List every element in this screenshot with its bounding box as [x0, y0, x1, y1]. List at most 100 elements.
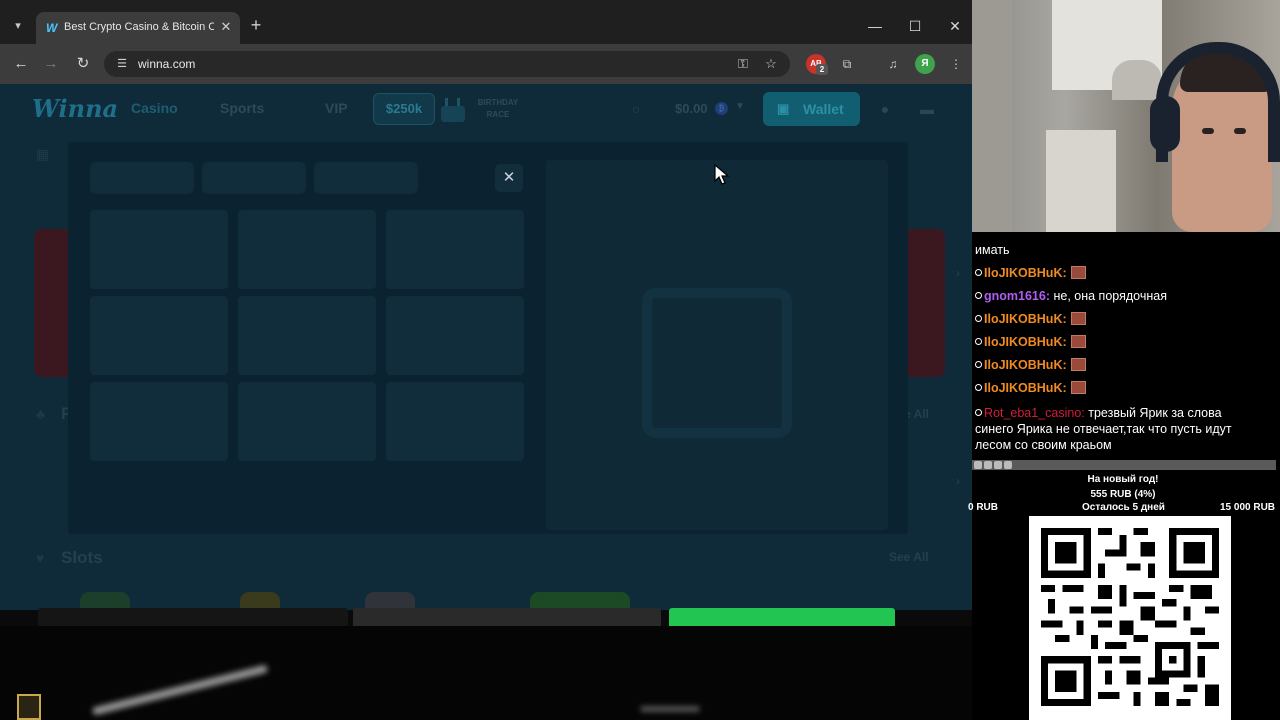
chat-message: IloJIKOBHuK:	[975, 265, 1275, 281]
browser-window: ▾ W Best Crypto Casino & Bitcoin C ✕ + —…	[0, 0, 972, 610]
chat-badge-icon	[975, 384, 982, 391]
small-icon	[984, 461, 992, 469]
emote-icon	[1070, 381, 1086, 394]
modal-close-button[interactable]: ✕	[495, 164, 523, 192]
chat-badge-icon	[975, 361, 982, 368]
goal-title: На новый год!	[1087, 474, 1159, 485]
skeleton-cell	[90, 382, 228, 461]
chat-username: IloJIKOBHuK:	[984, 335, 1067, 349]
adblock-extension-icon[interactable]: AB 2	[806, 54, 828, 75]
loading-placeholder-icon	[642, 288, 792, 438]
chat-username: IloJIKOBHuK:	[984, 266, 1067, 280]
promo-amount-badge[interactable]: $250k	[373, 93, 435, 125]
site-header: Winna Casino Sports VIP $250k BIRTHDAY R…	[0, 84, 972, 134]
skeleton-cell	[90, 296, 228, 375]
screen: ▾ W Best Crypto Casino & Bitcoin C ✕ + —…	[0, 0, 1280, 720]
nav-vip[interactable]: VIP	[325, 100, 348, 116]
wallet-button[interactable]: ▣ Wallet	[763, 92, 860, 126]
crypto-coin-icon: ₿	[715, 102, 728, 115]
chevron-right-icon[interactable]: ›	[956, 266, 960, 280]
skeleton-grid	[90, 210, 526, 461]
promo-banner-right[interactable]	[905, 229, 945, 377]
chevron-down-icon[interactable]: ▼	[735, 101, 745, 112]
small-icon	[974, 461, 982, 469]
bookmark-star-icon[interactable]: ☆	[762, 55, 780, 73]
chat-message: IloJIKOBHuK:	[975, 334, 1275, 350]
chat-message: IloJIKOBHuK:	[975, 380, 1275, 396]
close-window-icon[interactable]: ✕	[943, 14, 967, 38]
donation-progress-bar	[972, 460, 1276, 470]
chat-username: gnom1616:	[984, 289, 1050, 303]
bar-segment	[38, 608, 348, 628]
goal-max: 15 000 RUB	[1220, 502, 1276, 513]
profile-avatar[interactable]: Я	[915, 54, 935, 74]
winna-favicon-icon: W	[46, 21, 58, 35]
url-text[interactable]: winna.com	[138, 57, 195, 71]
chat-message: gnom1616: не, она порядочная	[975, 288, 1275, 304]
tab-title: Best Crypto Casino & Bitcoin C	[64, 21, 214, 33]
nav-casino[interactable]: Casino	[131, 100, 178, 116]
minimize-window-icon[interactable]: —	[863, 14, 887, 38]
birthday-cake-icon	[441, 98, 465, 122]
browser-menu-kebab-icon[interactable]: ⋮	[946, 54, 966, 74]
heart-icon: ♥	[36, 550, 45, 566]
green-bar-segment	[669, 608, 895, 628]
skeleton-cell	[386, 296, 524, 375]
reload-icon[interactable]: ↻	[72, 53, 94, 75]
chat-message: IloJIKOBHuK:	[975, 357, 1275, 373]
back-arrow-icon[interactable]: ←	[10, 53, 32, 75]
donation-qr-code[interactable]	[1029, 516, 1231, 720]
user-icon[interactable]: ●	[876, 100, 894, 118]
app-icon	[17, 694, 41, 720]
small-icon	[994, 461, 1002, 469]
extensions-puzzle-icon[interactable]: ⧉	[837, 54, 857, 74]
chat-icon[interactable]: ▬	[918, 100, 936, 118]
skeleton-tab	[90, 162, 194, 194]
grid-menu-icon[interactable]: ▦	[36, 146, 49, 163]
qr-code-icon	[1041, 528, 1219, 706]
chevron-right-icon[interactable]: ›	[956, 474, 960, 488]
forward-arrow-icon[interactable]: →	[40, 53, 62, 75]
chat-badge-icon	[975, 269, 982, 276]
site-info-tune-icon[interactable]: ☰	[114, 56, 130, 72]
chat-badge-icon	[975, 315, 982, 322]
goal-days-left: Осталось 5 дней	[1082, 502, 1165, 513]
wallet-icon: ▣	[777, 101, 790, 116]
chat-badge-icon	[975, 338, 982, 345]
slots-section-title: Slots	[61, 548, 103, 567]
address-bar[interactable]: ☰ winna.com ⚿ ☆	[104, 51, 790, 77]
tab-search-menu-icon[interactable]: ▾	[8, 16, 28, 36]
emote-icon	[1070, 358, 1086, 371]
skeleton-cell	[386, 382, 524, 461]
game-loading-modal: ✕	[68, 142, 908, 534]
close-tab-icon[interactable]: ✕	[218, 19, 234, 35]
stream-chat: имать IloJIKOBHuK: gnom1616: не, она пор…	[972, 232, 1280, 460]
password-key-icon[interactable]: ⚿	[734, 55, 752, 73]
game-preview-panel	[546, 160, 888, 530]
chat-message: Rot_eba1_casino: трезвый Ярик за слова с…	[975, 406, 1232, 452]
chat-message: имать	[975, 243, 1010, 257]
small-icon	[1004, 461, 1012, 469]
skeleton-tab	[314, 162, 418, 194]
maximize-window-icon[interactable]: ☐	[903, 14, 927, 38]
chat-username: IloJIKOBHuK:	[984, 312, 1067, 326]
search-icon[interactable]: ○	[627, 100, 645, 118]
emote-icon	[1070, 312, 1086, 325]
stream-background	[0, 626, 972, 720]
slots-see-all-link[interactable]: See All	[889, 550, 929, 564]
chat-badge-icon	[975, 292, 982, 299]
emote-icon	[1070, 266, 1086, 279]
nav-sports[interactable]: Sports	[220, 100, 264, 116]
chat-message: IloJIKOBHuK:	[975, 311, 1275, 327]
donation-goal-widget: На новый год! 555 RUB (4%) 0 RUB Осталос…	[968, 472, 1280, 516]
tab-bar: ▾ W Best Crypto Casino & Bitcoin C ✕ + —…	[0, 0, 972, 44]
new-tab-plus-icon[interactable]: +	[247, 16, 265, 34]
skeleton-tab	[202, 162, 306, 194]
balance-amount[interactable]: $0.00	[675, 101, 708, 116]
chat-username: IloJIKOBHuK:	[984, 358, 1067, 372]
media-control-icon[interactable]: ♫	[883, 54, 903, 74]
winna-logo[interactable]: Winna	[32, 94, 118, 123]
mouse-pointer-icon	[714, 164, 730, 185]
section-icon: ♣	[36, 406, 46, 422]
browser-tab-active[interactable]: W Best Crypto Casino & Bitcoin C ✕	[36, 12, 240, 44]
